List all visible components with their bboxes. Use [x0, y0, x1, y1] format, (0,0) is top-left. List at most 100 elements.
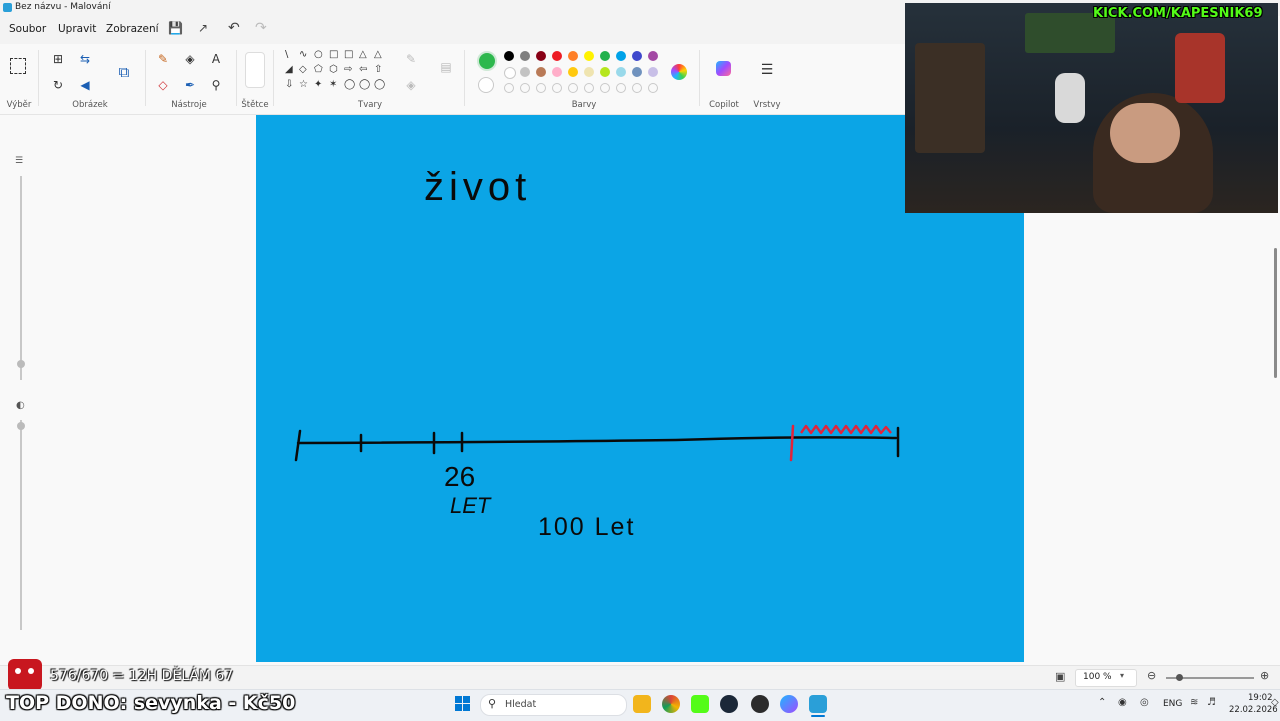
secondary-color-swatch[interactable] — [478, 77, 494, 93]
custom-color-slot[interactable] — [616, 83, 626, 93]
goal-counter-text: 576/670 = 12H DĚLÁM 67 — [50, 668, 234, 684]
group-label-copilot: Copilot — [709, 100, 739, 110]
taskbar-search-box[interactable]: ⚲ Hledat — [480, 694, 627, 716]
flip-icon[interactable]: ◀ — [77, 78, 93, 92]
color-swatch[interactable] — [504, 51, 514, 61]
chevron-up-icon[interactable]: ⌃ — [1098, 697, 1106, 708]
copilot-icon[interactable] — [716, 61, 731, 76]
zoom-value: 100 % — [1083, 672, 1112, 682]
clock-time[interactable]: 19:02 — [1248, 693, 1273, 703]
share-icon[interactable]: ↗ — [198, 21, 208, 35]
custom-color-slot[interactable] — [600, 83, 610, 93]
shape-fill-icon[interactable]: ◈ — [403, 78, 419, 92]
color-swatch[interactable] — [584, 51, 594, 61]
timeline-end-marker — [789, 424, 795, 462]
vertical-scrollbar[interactable] — [1274, 248, 1277, 378]
text-tool-icon[interactable]: A — [208, 52, 224, 66]
color-swatch[interactable] — [600, 67, 610, 77]
custom-color-slot[interactable] — [648, 83, 658, 93]
menu-file[interactable]: Soubor — [9, 23, 46, 35]
color-swatch[interactable] — [568, 51, 578, 61]
mic-icon[interactable]: ◎ — [1140, 697, 1149, 708]
menu-edit[interactable]: Upravit — [58, 23, 96, 35]
select-icon[interactable] — [10, 58, 26, 74]
color-swatch[interactable] — [568, 67, 578, 77]
size-slider-thumb[interactable] — [17, 360, 25, 368]
fill-icon[interactable]: ◈ — [182, 52, 198, 66]
timeline-red-zigzag — [800, 424, 892, 435]
steam-icon[interactable] — [720, 695, 738, 713]
kick-icon[interactable] — [691, 695, 709, 713]
chrome-icon[interactable] — [662, 695, 680, 713]
color-swatch[interactable] — [552, 51, 562, 61]
color-swatch[interactable] — [632, 51, 642, 61]
brush-icon[interactable] — [245, 52, 265, 88]
zoom-slider-thumb[interactable] — [1176, 674, 1183, 681]
color-swatch[interactable] — [616, 67, 626, 77]
color-swatch[interactable] — [648, 67, 658, 77]
opacity-slider-thumb[interactable] — [17, 422, 25, 430]
file-explorer-icon[interactable] — [633, 695, 651, 713]
color-picker-icon[interactable]: ✒ — [182, 78, 198, 92]
obs-icon[interactable] — [751, 695, 769, 713]
redo-icon[interactable]: ↷ — [255, 20, 267, 36]
wifi-icon[interactable]: ≋ — [1190, 697, 1198, 708]
edit-colors-icon[interactable] — [671, 64, 687, 80]
custom-color-slot[interactable] — [632, 83, 642, 93]
streamer-face — [1110, 103, 1180, 163]
fit-icon[interactable]: ▣ — [1055, 670, 1065, 683]
window-title: Bez názvu - Malování — [15, 2, 111, 12]
menu-bar: Soubor Upravit Zobrazení 💾 ↗ ↶ ↷ — [0, 16, 905, 44]
custom-color-slot[interactable] — [552, 83, 562, 93]
color-swatch[interactable] — [584, 67, 594, 77]
color-swatch[interactable] — [520, 51, 530, 61]
magnifier-icon[interactable]: ⚲ — [208, 78, 224, 92]
color-swatch[interactable] — [616, 51, 626, 61]
custom-color-slot[interactable] — [568, 83, 578, 93]
menu-view[interactable]: Zobrazení — [106, 23, 159, 35]
paint-taskbar-icon[interactable] — [809, 695, 827, 713]
custom-color-slot[interactable] — [520, 83, 530, 93]
custom-color-slot[interactable] — [536, 83, 546, 93]
notification-icon[interactable]: ◇ — [1271, 697, 1279, 708]
color-swatch[interactable] — [504, 67, 516, 79]
color-swatch[interactable] — [600, 51, 610, 61]
network-status-icon[interactable]: ◉ — [1118, 697, 1127, 708]
volume-icon[interactable]: ♬ — [1207, 697, 1216, 708]
canvas-title-text: život — [424, 165, 531, 209]
zoom-out-icon[interactable]: ⊖ — [1147, 669, 1156, 682]
browser-icon[interactable] — [780, 695, 798, 713]
color-swatch[interactable] — [632, 67, 642, 77]
crop-icon[interactable]: ⊞ — [50, 52, 66, 66]
rotate-icon[interactable]: ↻ — [50, 78, 66, 92]
image-select-icon[interactable]: ⧉ — [116, 63, 132, 81]
group-label-image: Obrázek — [72, 100, 108, 110]
ribbon: Výběr ⊞ ⇆ ↻ ◀ ⧉ Obrázek ✎ ◈ A ◇ ✒ ⚲ Nást… — [0, 44, 905, 115]
shape-size-icon[interactable]: ▤ — [438, 60, 454, 74]
color-swatch[interactable] — [536, 51, 546, 61]
opacity-slider[interactable] — [20, 420, 22, 630]
language-indicator[interactable]: ENG — [1163, 699, 1182, 709]
color-swatch[interactable] — [520, 67, 530, 77]
shapes-gallery[interactable]: \ ∿ ○ □ □ △ △ ◢ ◇ ⬠ ⬡ ⇨ ⇦ ⇧ ⇩ ☆ ✦ ✶ ◯ ◯ … — [283, 49, 389, 99]
color-swatch[interactable] — [536, 67, 546, 77]
windows-start-icon[interactable] — [455, 696, 471, 712]
age-unit-text: LET — [450, 493, 492, 518]
timeline-line — [294, 426, 900, 462]
resize-icon[interactable]: ⇆ — [77, 52, 93, 66]
custom-color-slot[interactable] — [504, 83, 514, 93]
primary-color-swatch[interactable] — [477, 51, 497, 71]
jersey-decor — [1175, 33, 1225, 103]
color-swatch[interactable] — [648, 51, 658, 61]
color-swatch[interactable] — [552, 67, 562, 77]
custom-color-slot[interactable] — [584, 83, 594, 93]
layers-icon[interactable]: ☰ — [759, 62, 775, 78]
save-icon[interactable]: 💾 — [168, 21, 183, 35]
eraser-icon[interactable]: ◇ — [155, 78, 171, 92]
top-donor-text: TOP DONO: sevynka - Kč50 — [6, 692, 296, 714]
pencil-icon[interactable]: ✎ — [155, 52, 171, 66]
zoom-in-icon[interactable]: ⊕ — [1260, 669, 1269, 682]
size-slider[interactable] — [20, 176, 22, 380]
outline-icon[interactable]: ✎ — [403, 52, 419, 66]
undo-icon[interactable]: ↶ — [228, 20, 240, 36]
